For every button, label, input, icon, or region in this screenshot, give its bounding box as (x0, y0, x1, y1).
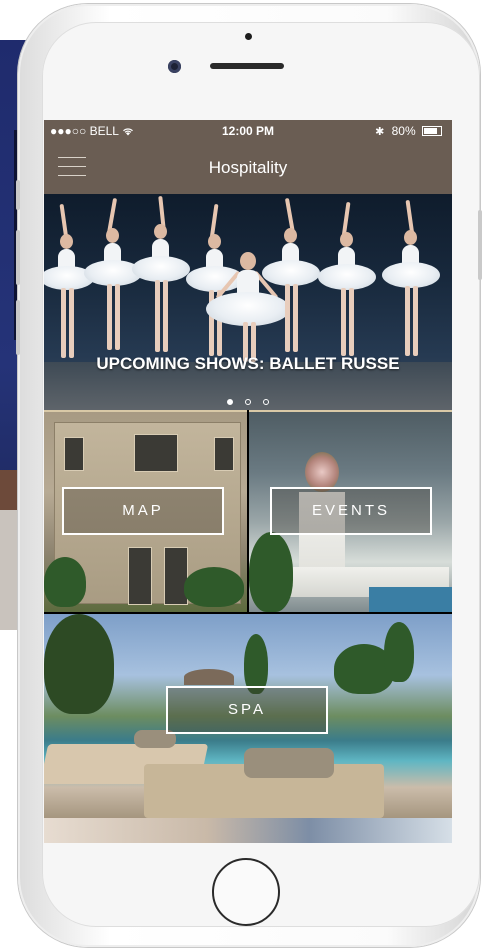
power-button (478, 210, 482, 280)
building-window (64, 437, 84, 471)
status-bar: ●●●○○ BELL 12:00 PM ✱ 80% (44, 120, 452, 142)
hut-roof (184, 669, 234, 685)
mute-switch (16, 180, 20, 210)
events-tile[interactable]: EVENTS (249, 410, 452, 612)
front-camera (168, 60, 181, 73)
earpiece-speaker (210, 63, 284, 69)
events-label: EVENTS (270, 487, 432, 535)
battery-icon (422, 126, 442, 136)
palm-plant (249, 532, 293, 612)
navigation-bar: Hospitality (44, 142, 452, 194)
shrub (44, 557, 86, 607)
building-window (214, 437, 234, 471)
carousel-caption: UPCOMING SHOWS: BALLET RUSSE (96, 354, 400, 373)
bluetooth-icon: ✱ (375, 126, 385, 138)
pool-water (369, 587, 452, 612)
status-right: ✱ 80% (375, 124, 442, 138)
battery-percentage: 80% (391, 124, 416, 138)
carousel-page-indicator (44, 392, 452, 410)
page-title: Hospitality (208, 158, 288, 177)
flower-arrangement (305, 452, 339, 492)
volume-up-button (16, 230, 20, 285)
spa-label: SPA (166, 686, 328, 734)
palm-leaves (44, 614, 114, 714)
shrub (184, 567, 244, 607)
upcoming-shows-carousel[interactable]: UPCOMING SHOWS: BALLET RUSSE (44, 194, 452, 410)
home-button[interactable] (212, 858, 280, 926)
spa-tile[interactable]: SPA (44, 614, 452, 818)
rolled-towel (244, 748, 334, 778)
phone-screen: ●●●○○ BELL 12:00 PM ✱ 80% Hospitality UP… (44, 120, 452, 843)
carousel-dot[interactable] (226, 399, 233, 405)
map-label: MAP (62, 487, 224, 535)
carousel-dot[interactable] (245, 399, 251, 405)
building-window (134, 434, 178, 472)
proximity-sensor (245, 33, 252, 40)
volume-down-button (16, 300, 20, 355)
carousel-dot[interactable] (263, 399, 270, 405)
palm-tree (244, 634, 268, 694)
next-tile-preview[interactable] (44, 818, 452, 843)
palm-tree (384, 622, 414, 682)
building-door (128, 547, 152, 605)
map-tile[interactable]: MAP (44, 410, 247, 612)
